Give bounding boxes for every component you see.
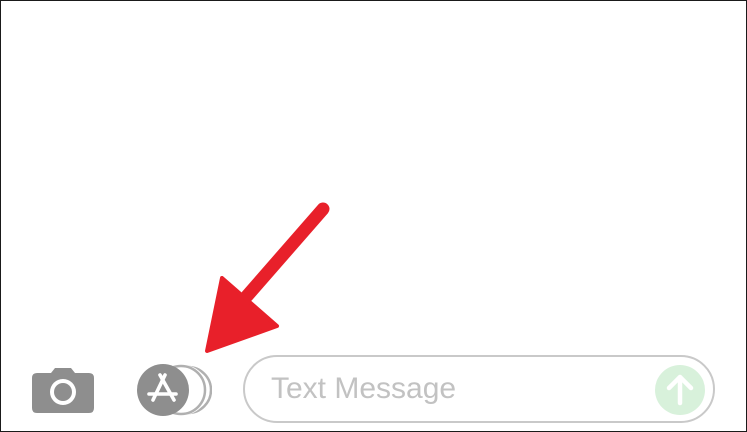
send-button[interactable] [655,365,705,415]
message-input[interactable] [271,367,631,411]
messages-screen [0,0,747,432]
camera-icon [32,368,94,413]
message-field[interactable] [243,355,715,423]
app-store-icon [137,364,213,416]
apps-button[interactable] [136,363,213,417]
arrow-up-icon [655,365,705,415]
conversation-area [1,1,746,341]
camera-button[interactable] [31,367,95,413]
